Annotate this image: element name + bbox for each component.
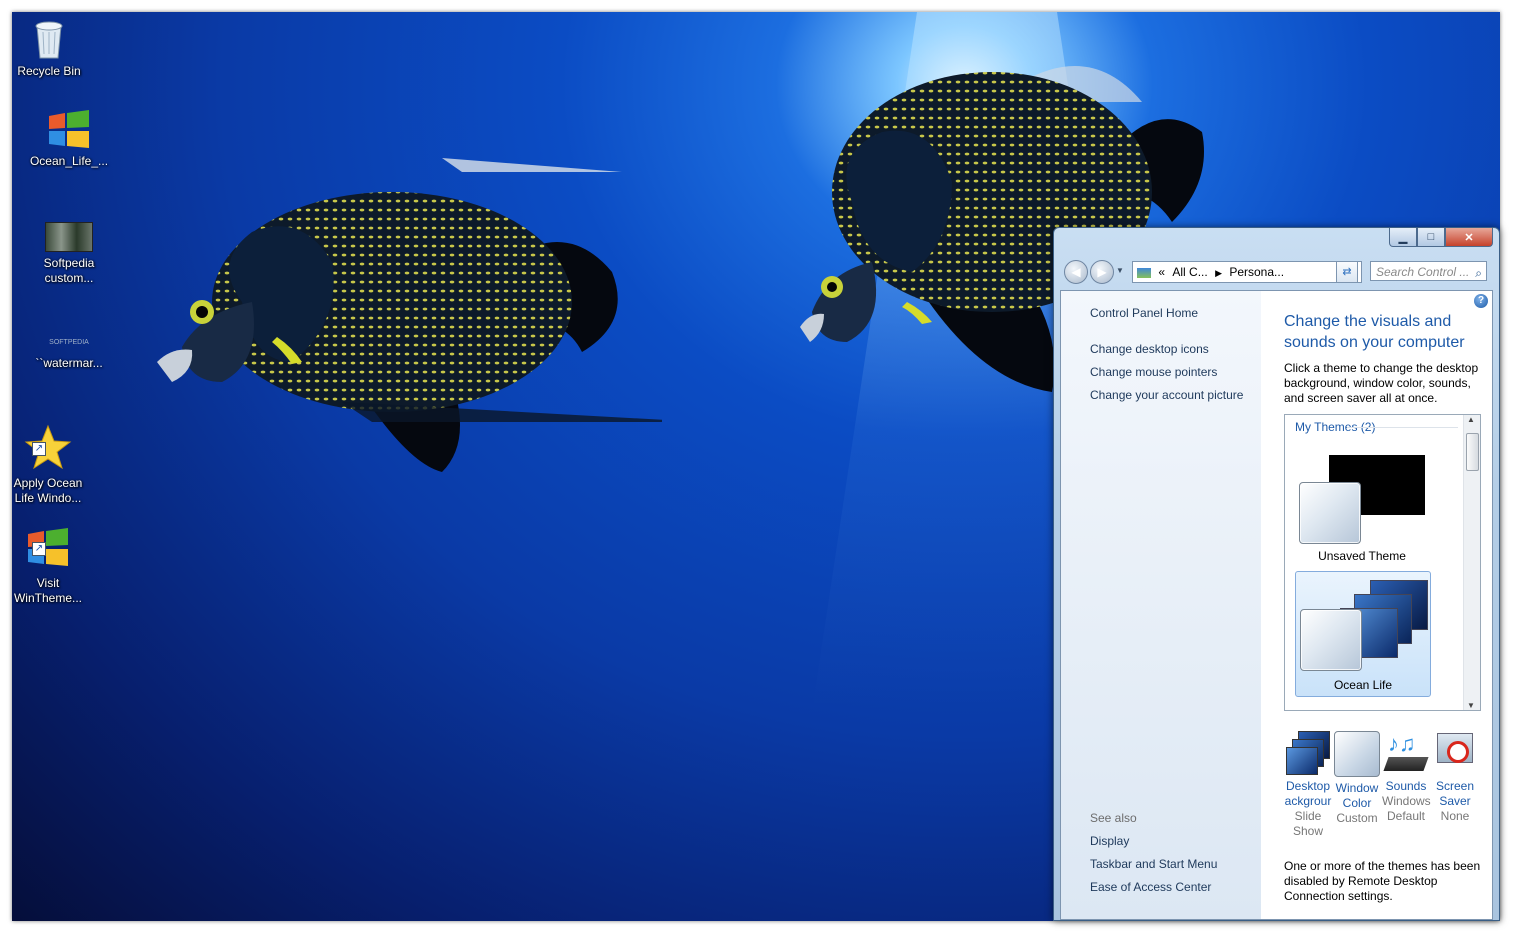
breadcrumb-personalization[interactable]: Persona... — [1229, 265, 1284, 279]
search-placeholder: Search Control ... — [1376, 265, 1470, 279]
forward-button[interactable]: ▶ — [1090, 260, 1114, 284]
minimize-button[interactable]: ▁ — [1389, 228, 1417, 247]
window-content: Control Panel Home Change desktop icons … — [1060, 290, 1493, 920]
scroll-up-icon[interactable]: ▲ — [1467, 415, 1475, 424]
help-button[interactable]: ? — [1474, 294, 1488, 308]
window-color-setting[interactable]: Window Color Custom — [1333, 731, 1381, 826]
desktop-background-icon — [1286, 731, 1330, 775]
display-link[interactable]: Display — [1090, 834, 1129, 848]
change-account-picture-link[interactable]: Change your account picture — [1090, 388, 1243, 402]
close-button[interactable]: ✕ — [1445, 228, 1493, 247]
see-also-label: See also — [1090, 811, 1137, 825]
themes-group-divider — [1347, 427, 1458, 428]
scrollbar-thumb[interactable] — [1466, 433, 1479, 471]
shortcut-arrow-icon: ↗ — [32, 542, 46, 556]
recent-pages-dropdown-icon[interactable]: ▼ — [1116, 266, 1124, 275]
desktop-icon-recycle-bin[interactable]: Recycle Bin — [12, 18, 89, 79]
main-pane: ? Change the visuals and sounds on your … — [1261, 291, 1492, 919]
page-description: Click a theme to change the desktop back… — [1284, 361, 1479, 405]
desktop-icon-watermark[interactable]: SOFTPEDIA ``watermar... — [29, 334, 109, 371]
left-pane: Control Panel Home Change desktop icons … — [1061, 291, 1261, 919]
windows-logo-icon: ↗ — [24, 528, 72, 572]
desktop-icon-visit-wintheme[interactable]: ↗ Visit WinTheme... — [12, 528, 88, 606]
help-icon: ? — [1477, 295, 1485, 306]
desktop-background-setting[interactable]: Desktop ackgrour Slide Show — [1284, 731, 1332, 839]
remote-desktop-note: One or more of the themes has been disab… — [1284, 859, 1481, 903]
address-bar[interactable]: « All C... ▶ Persona... ▼ — [1132, 261, 1362, 283]
breadcrumb-overflow-icon: « — [1158, 265, 1166, 279]
breadcrumb-separator-icon: ▶ — [1215, 268, 1222, 278]
shortcut-arrow-icon: ↗ — [32, 442, 46, 456]
navigation-bar: ◀ ▶ ▼ « All C... ▶ Persona... ▼ ⇄ Search… — [1060, 258, 1493, 286]
page-title: Change the visuals and sounds on your co… — [1284, 313, 1465, 351]
personalization-settings: Desktop ackgrour Slide Show Window Color… — [1284, 731, 1480, 841]
sounds-icon: ♪♫ — [1383, 731, 1429, 775]
watermark-image-icon: SOFTPEDIA — [49, 339, 89, 346]
desktop-icon-ocean-life[interactable]: Ocean_Life_... — [29, 110, 109, 169]
angelfish-left — [157, 158, 662, 472]
window-glass-icon — [1299, 482, 1361, 544]
personalization-window: ▁ □ ✕ ◀ ▶ ▼ « All C... ▶ Persona... ▼ ⇄ … — [1053, 227, 1500, 921]
breadcrumb-all-control-panel[interactable]: All C... — [1172, 265, 1207, 279]
theme-unsaved-label: Unsaved Theme — [1318, 549, 1406, 563]
sounds-setting[interactable]: ♪♫ Sounds Windows Default — [1382, 731, 1431, 824]
taskbar-start-menu-link[interactable]: Taskbar and Start Menu — [1090, 857, 1217, 871]
caption-buttons: ▁ □ ✕ — [1389, 228, 1493, 247]
scroll-down-icon[interactable]: ▼ — [1467, 701, 1475, 710]
refresh-icon: ⇄ — [1342, 266, 1352, 278]
themes-list[interactable]: My Themes (2) ▲ ▼ Unsaved Theme Ocean Li… — [1284, 414, 1481, 711]
screen-saver-icon — [1433, 731, 1477, 775]
back-button[interactable]: ◀ — [1064, 260, 1088, 284]
desktop-icon-softpedia-custom[interactable]: Softpedia custom... — [29, 222, 109, 286]
ease-of-access-link[interactable]: Ease of Access Center — [1090, 880, 1211, 894]
maximize-button[interactable]: □ — [1417, 228, 1445, 247]
change-desktop-icons-link[interactable]: Change desktop icons — [1090, 342, 1209, 356]
theme-ocean-life[interactable]: Ocean Life — [1295, 571, 1431, 697]
forward-arrow-icon: ▶ — [1097, 265, 1107, 279]
close-icon: ✕ — [1464, 231, 1474, 244]
change-mouse-pointers-link[interactable]: Change mouse pointers — [1090, 365, 1217, 379]
control-panel-icon — [1137, 267, 1151, 278]
recycle-bin-icon — [33, 18, 65, 60]
windows-logo-icon — [45, 110, 93, 150]
theme-ocean-life-label: Ocean Life — [1333, 678, 1393, 692]
window-glass-icon — [1300, 609, 1362, 671]
theme-unsaved[interactable]: Unsaved Theme — [1295, 445, 1429, 565]
window-color-icon — [1334, 731, 1380, 777]
search-input[interactable]: Search Control ... ⌕ — [1370, 261, 1487, 281]
forest-image-icon — [45, 222, 93, 252]
screen-saver-setting[interactable]: Screen Saver None — [1431, 731, 1479, 824]
back-arrow-icon: ◀ — [1071, 265, 1081, 279]
refresh-button[interactable]: ⇄ — [1336, 261, 1358, 283]
minimize-icon: ▁ — [1398, 231, 1408, 244]
search-icon: ⌕ — [1475, 266, 1482, 280]
control-panel-home-link[interactable]: Control Panel Home — [1090, 306, 1198, 320]
themes-scrollbar[interactable]: ▲ ▼ — [1463, 415, 1480, 710]
star-icon: ↗ — [24, 424, 72, 472]
maximize-icon: □ — [1427, 231, 1435, 243]
desktop-icon-apply-ocean-life[interactable]: ↗ Apply Ocean Life Windo... — [12, 424, 88, 506]
